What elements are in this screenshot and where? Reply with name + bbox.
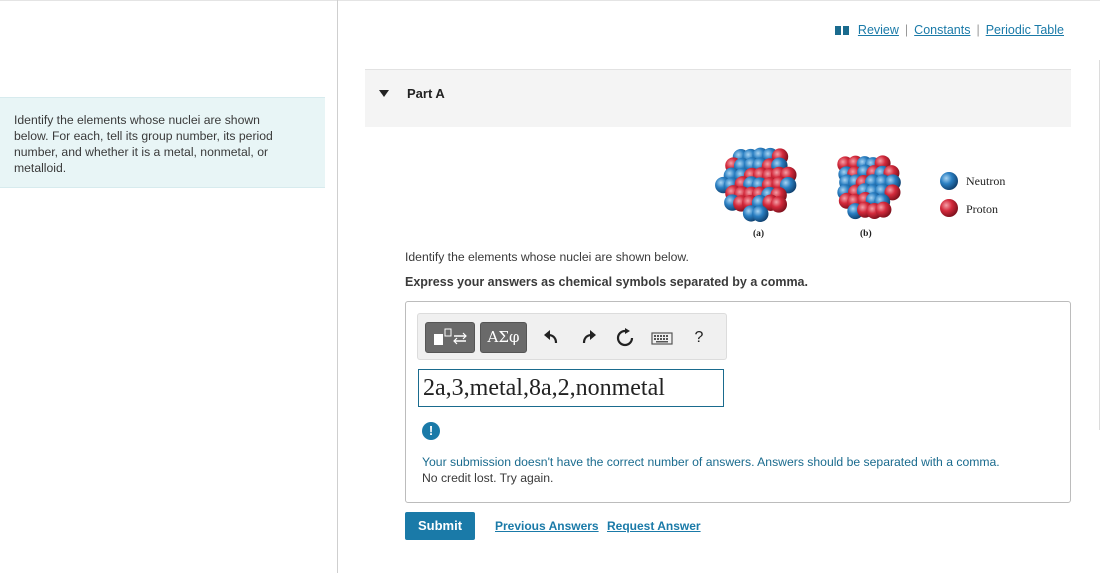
resource-links: Review | Constants | Periodic Table: [834, 23, 1064, 37]
undo-icon[interactable]: [541, 327, 563, 349]
templates-icon: [434, 328, 467, 345]
book-icon: [834, 25, 849, 35]
nucleus-a: [715, 147, 797, 222]
answer-panel: ΑΣφ ? 2a,3,metal,8a,2,nonmetal ! Your su…: [405, 301, 1071, 503]
collapse-caret-icon[interactable]: [379, 90, 389, 97]
nucleus-b: [837, 155, 901, 220]
nucleon: [770, 196, 788, 213]
previous-answers-link[interactable]: Previous Answers: [495, 519, 599, 533]
intro-box: Identify the elements whose nuclei are s…: [0, 97, 325, 188]
templates-button[interactable]: [425, 322, 475, 353]
nuclei-figure: (a) (b) Neutron Proton: [710, 135, 1030, 247]
legend-proton: Proton: [966, 202, 999, 216]
request-answer-link[interactable]: Request Answer: [607, 519, 701, 533]
reset-icon[interactable]: [614, 327, 636, 349]
neutron-legend-icon: [940, 172, 958, 190]
symbols-button[interactable]: ΑΣφ: [480, 322, 527, 353]
redo-icon[interactable]: [577, 327, 599, 349]
link-separator: |: [976, 23, 980, 37]
question-prompt: Identify the elements whose nuclei are s…: [405, 250, 689, 264]
help-button[interactable]: ?: [688, 327, 710, 349]
periodic-table-link[interactable]: Periodic Table: [986, 23, 1064, 37]
answer-input[interactable]: 2a,3,metal,8a,2,nonmetal: [418, 369, 724, 407]
review-link[interactable]: Review: [858, 23, 899, 37]
nucleon: [752, 205, 769, 222]
keyboard-icon[interactable]: [651, 327, 673, 349]
math-toolbar: ΑΣφ ?: [417, 313, 727, 360]
link-separator: |: [904, 23, 909, 37]
feedback-credit: No credit lost. Try again.: [422, 471, 554, 485]
submit-button[interactable]: Submit: [405, 512, 475, 540]
nucleus-b-label: (b): [860, 229, 872, 239]
left-column: Identify the elements whose nuclei are s…: [0, 0, 338, 573]
nucleon: [875, 201, 892, 218]
question-instruction: Express your answers as chemical symbols…: [405, 275, 808, 289]
proton-legend-icon: [940, 199, 958, 217]
nucleus-a-label: (a): [753, 229, 765, 239]
legend-neutron: Neutron: [966, 174, 1006, 188]
intro-text: Identify the elements whose nuclei are s…: [14, 113, 273, 175]
alert-icon: !: [422, 422, 440, 440]
constants-link[interactable]: Constants: [914, 23, 970, 37]
feedback-message: Your submission doesn't have the correct…: [422, 455, 1000, 469]
part-header[interactable]: Part A: [365, 69, 1071, 127]
part-title: Part A: [407, 86, 445, 101]
